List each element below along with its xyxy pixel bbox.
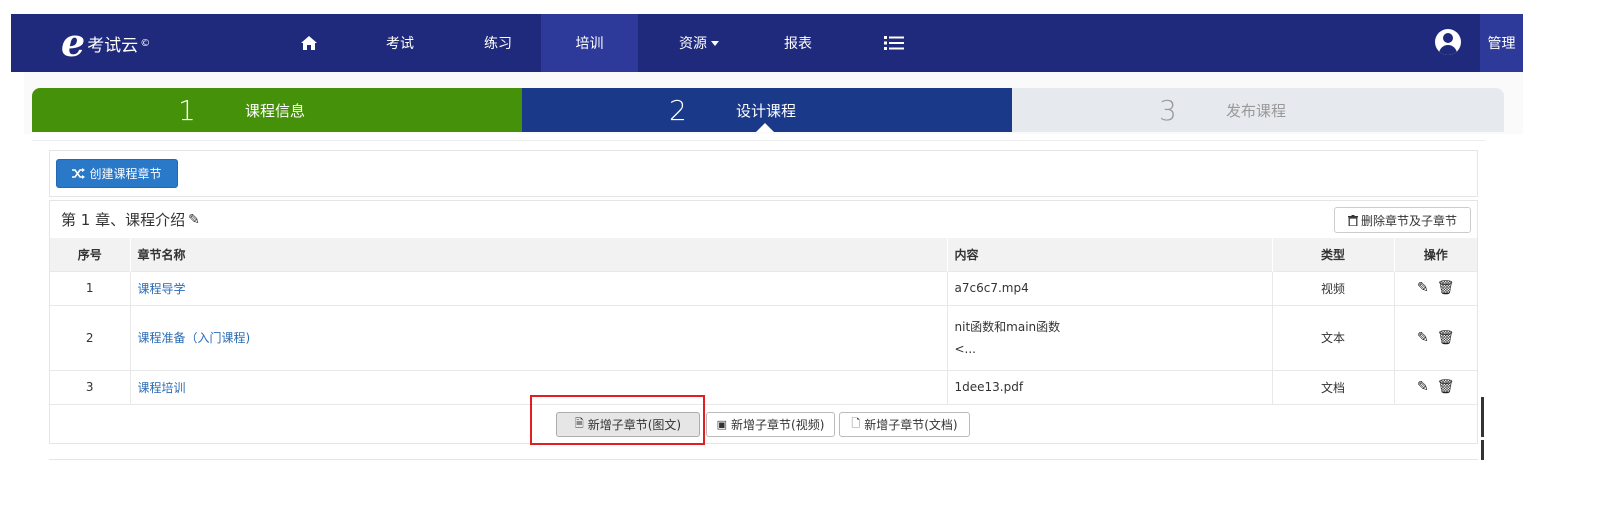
chapter-toolbar xyxy=(49,150,1478,197)
left-margin xyxy=(11,72,24,460)
create-chapter-label: 创建课程章节 xyxy=(89,167,162,181)
row-content: nit函数和main函数 <... xyxy=(947,304,1273,370)
trash-icon xyxy=(1347,214,1358,226)
row-actions: ✎ 🗑 xyxy=(1394,304,1477,370)
subchapter-name-link[interactable]: 课程准备（入门课程) xyxy=(138,331,251,345)
step-number: 3 xyxy=(1159,93,1177,127)
row-content: a7c6c7.mp4 xyxy=(947,270,1273,305)
row-type: 文本 xyxy=(1272,304,1395,370)
table-row: 2 课程准备（入门课程) nit函数和main函数 <... 文本 ✎ 🗑 xyxy=(50,304,1477,370)
content-line: <... xyxy=(954,341,977,356)
row-index: 2 xyxy=(50,304,131,370)
manage-link[interactable]: 管理 xyxy=(1480,14,1523,72)
table-header-row: 序号 章节名称 内容 类型 操作 xyxy=(50,238,1477,271)
row-type: 文档 xyxy=(1272,369,1395,404)
table-row: 3 课程培训 1dee13.pdf 文档 ✎ 🗑 xyxy=(50,369,1477,404)
column-header-index: 序号 xyxy=(50,238,131,271)
avatar-head xyxy=(1443,33,1453,43)
nav-home[interactable] xyxy=(281,14,337,72)
nav-more[interactable] xyxy=(871,14,917,72)
step-label: 设计课程 xyxy=(736,101,797,120)
column-header-name: 章节名称 xyxy=(130,238,948,271)
add-subchapter-video-label: 新增子章节(视频) xyxy=(731,418,825,432)
shuffle-icon xyxy=(72,168,86,179)
list-icon xyxy=(884,36,904,50)
edit-icon[interactable]: ✎ xyxy=(1417,379,1429,395)
column-header-content: 内容 xyxy=(947,238,1273,271)
scroll-marker xyxy=(1481,397,1484,437)
scroll-marker xyxy=(1481,440,1484,460)
content-line: nit函数和main函数 xyxy=(954,319,1061,334)
file-document-icon: 🗋 xyxy=(851,417,861,430)
chapter-title-text: 第 1 章、课程介绍 xyxy=(61,211,186,229)
step-label: 课程信息 xyxy=(245,101,306,120)
step-publish-course[interactable]: 3 发布课程 xyxy=(1012,88,1504,132)
nav-resources[interactable]: 资源 xyxy=(659,14,739,72)
brand-text: 考试云 xyxy=(87,35,139,56)
brand-e-mark: e xyxy=(61,20,86,65)
chapter-title: 第 1 章、课程介绍 ✎ xyxy=(61,209,200,230)
home-icon xyxy=(301,36,317,50)
trash-icon[interactable]: 🗑 xyxy=(1437,280,1455,296)
step-current-indicator xyxy=(756,123,774,132)
delete-chapter-button[interactable]: 删除章节及子章节 xyxy=(1334,207,1471,233)
nav-resources-label: 资源 xyxy=(679,36,707,52)
avatar-body xyxy=(1439,45,1457,55)
step-design-course[interactable]: 2 设计课程 xyxy=(522,88,1012,132)
step-number: 1 xyxy=(178,93,196,127)
row-actions: ✎ 🗑 xyxy=(1394,369,1477,404)
divider xyxy=(49,459,1478,460)
edit-icon[interactable]: ✎ xyxy=(1417,330,1429,346)
chevron-down-icon xyxy=(711,40,719,46)
row-actions: ✎ 🗑 xyxy=(1394,270,1477,305)
subchapter-name-link[interactable]: 课程导学 xyxy=(138,282,186,296)
brand-copyright: © xyxy=(140,37,151,49)
brand-logo[interactable]: e 考试云 © xyxy=(61,22,150,64)
nav-reports[interactable]: 报表 xyxy=(765,14,831,72)
row-content: 1dee13.pdf xyxy=(947,369,1273,404)
delete-chapter-label: 删除章节及子章节 xyxy=(1360,213,1457,228)
step-label: 发布课程 xyxy=(1226,101,1287,120)
top-navbar: e 考试云 © 考试 练习 培训 资源 报表 管理 xyxy=(11,14,1523,72)
subchapter-name-link[interactable]: 课程培训 xyxy=(138,381,186,395)
add-subchapter-document-button[interactable]: 🗋 新增子章节(文档) xyxy=(839,412,970,437)
content-line: a7c6c7.mp4 xyxy=(954,281,1029,295)
column-header-type: 类型 xyxy=(1272,238,1395,271)
edit-icon[interactable]: ✎ xyxy=(1417,280,1429,296)
highlight-box xyxy=(530,395,705,445)
step-course-info[interactable]: 1 课程信息 xyxy=(32,88,522,132)
add-subchapter-document-label: 新增子章节(文档) xyxy=(864,418,958,432)
table-row: 1 课程导学 a7c6c7.mp4 视频 ✎ 🗑 xyxy=(50,270,1477,305)
row-index: 1 xyxy=(50,270,131,305)
column-header-actions: 操作 xyxy=(1394,238,1477,271)
trash-icon[interactable]: 🗑 xyxy=(1437,330,1455,346)
nav-training[interactable]: 培训 xyxy=(541,14,638,72)
nav-practice[interactable]: 练习 xyxy=(465,14,531,72)
pencil-edit-icon[interactable]: ✎ xyxy=(188,212,200,228)
create-chapter-button[interactable]: 创建课程章节 xyxy=(56,159,178,188)
file-video-icon: ▣ xyxy=(716,418,728,431)
row-type: 视频 xyxy=(1272,270,1395,305)
nav-exam[interactable]: 考试 xyxy=(367,14,433,72)
subchapter-table: 序号 章节名称 内容 类型 操作 1 课程导学 a7c6c7.mp4 视频 ✎ 🗑… xyxy=(50,238,1477,404)
row-index: 3 xyxy=(50,369,131,404)
add-subchapter-video-button[interactable]: ▣ 新增子章节(视频) xyxy=(706,412,835,437)
trash-icon[interactable]: 🗑 xyxy=(1437,379,1455,395)
content-line: 1dee13.pdf xyxy=(954,380,1024,395)
user-avatar-icon[interactable] xyxy=(1435,29,1461,55)
step-number: 2 xyxy=(669,93,687,127)
